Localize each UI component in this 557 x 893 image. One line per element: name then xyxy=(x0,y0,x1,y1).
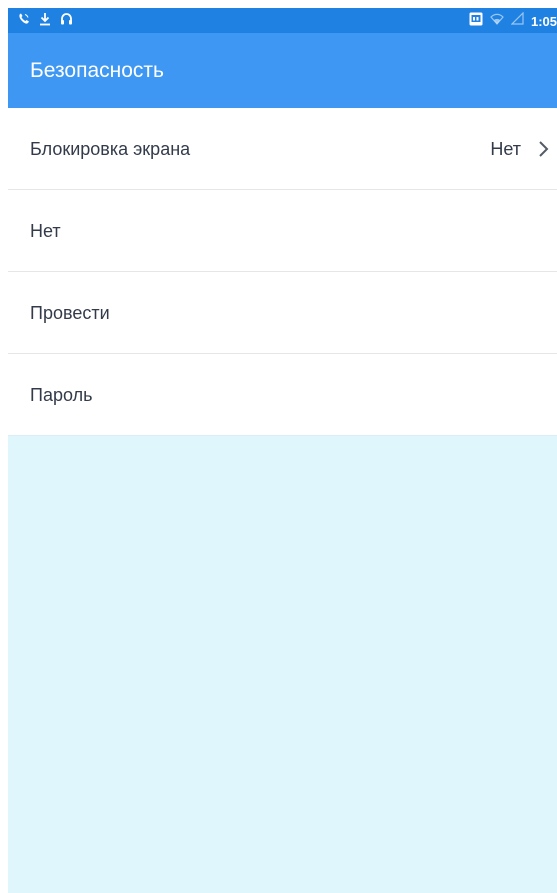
list-item-password[interactable]: Пароль xyxy=(8,354,557,436)
list-item-label: Пароль xyxy=(30,385,93,405)
list-item-none[interactable]: Нет xyxy=(8,190,557,272)
status-bar: 1:05 xyxy=(8,8,557,33)
security-list: Блокировка экрана Нет Нет Провести Парол… xyxy=(8,108,557,436)
chevron-right-icon xyxy=(537,139,551,159)
wifi-icon xyxy=(490,12,504,30)
list-item-swipe[interactable]: Провести xyxy=(8,272,557,354)
status-right-icons: 1:05 xyxy=(469,11,557,31)
page-title: Безопасность xyxy=(30,59,164,82)
list-item-screen-lock[interactable]: Блокировка экрана Нет xyxy=(8,108,557,190)
headset-icon xyxy=(60,12,73,31)
screen: 1:05 Безопасность Блокировка экрана Нет … xyxy=(8,8,557,893)
download-icon xyxy=(39,12,51,31)
call-icon xyxy=(18,12,30,31)
app-bar: Безопасность xyxy=(8,33,557,108)
status-time: 1:05 xyxy=(530,13,557,29)
list-item-value: Нет xyxy=(490,139,521,159)
list-item-label: Нет xyxy=(30,221,61,241)
gallery-icon xyxy=(469,12,483,31)
signal-icon xyxy=(510,11,524,30)
status-left-icons xyxy=(18,11,73,31)
list-item-label: Блокировка экрана xyxy=(30,139,191,159)
list-item-label: Провести xyxy=(30,303,110,323)
